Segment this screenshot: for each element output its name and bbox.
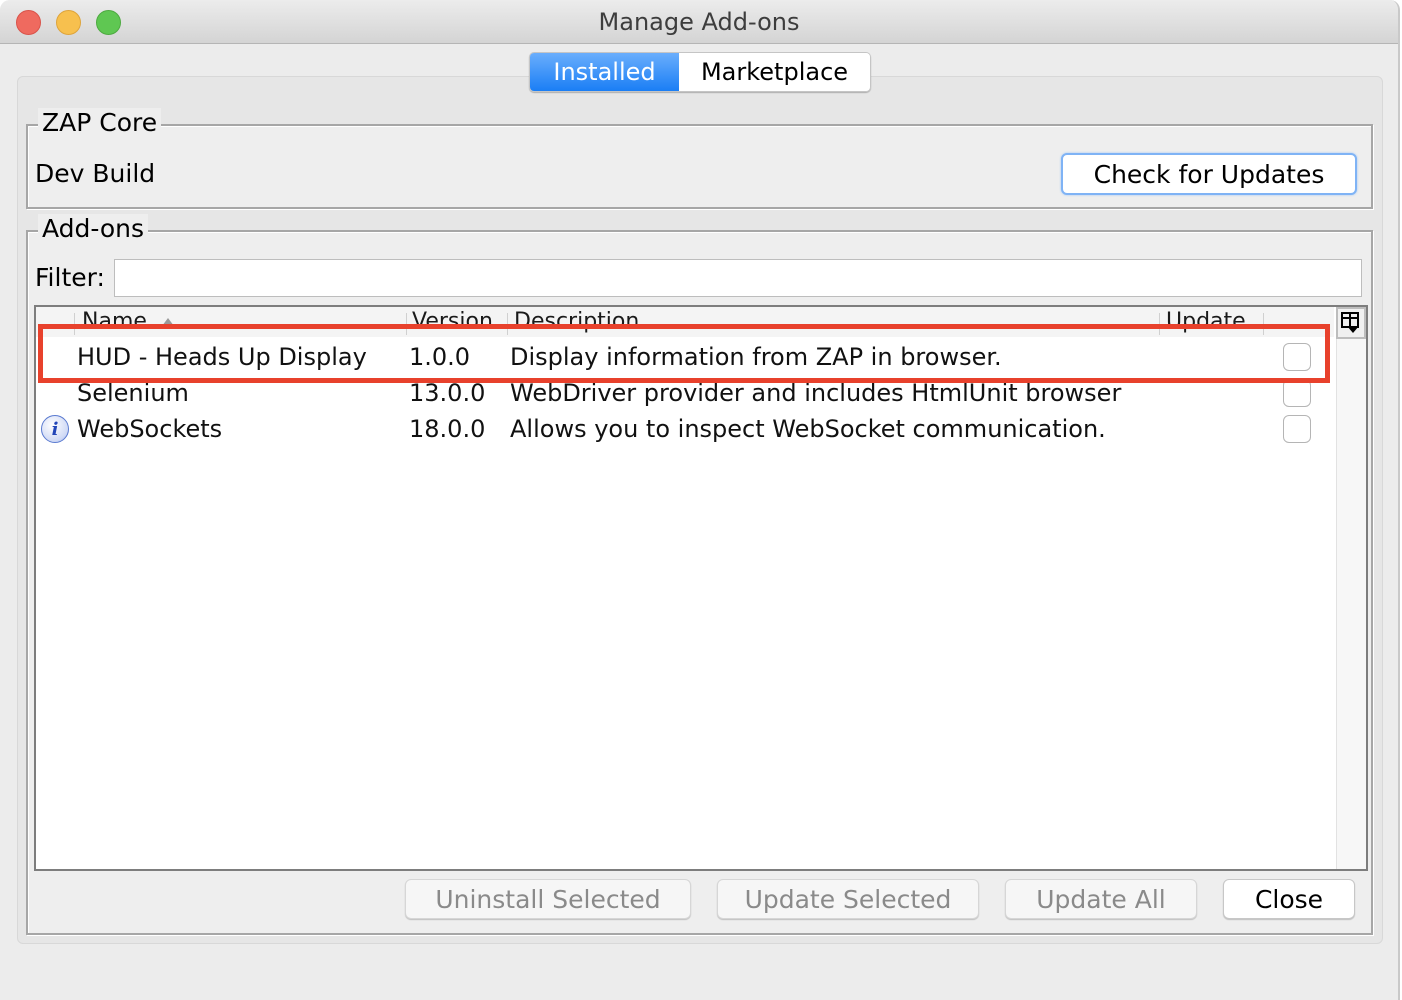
update-all-button[interactable]: Update All [1005, 879, 1197, 919]
tab-bar: Installed Marketplace [529, 52, 871, 92]
table-header: Name Version Description Update [36, 307, 1334, 337]
close-button[interactable]: Close [1223, 879, 1355, 919]
tab-installed[interactable]: Installed [530, 53, 679, 91]
title-bar[interactable]: Manage Add-ons [0, 0, 1398, 44]
column-header-description[interactable]: Description [514, 307, 639, 337]
addon-description: Display information from ZAP in browser. [510, 343, 1002, 371]
addon-name: HUD - Heads Up Display [77, 343, 367, 371]
addon-version: 1.0.0 [409, 343, 471, 371]
filter-label: Filter: [35, 263, 105, 292]
column-chooser-icon [1341, 312, 1359, 333]
column-separator [1159, 313, 1160, 335]
addon-name: Selenium [77, 379, 189, 407]
zap-core-group: ZAP Core Dev Build Check for Updates [26, 108, 1373, 209]
update-selected-button[interactable]: Update Selected [717, 879, 979, 919]
window-title: Manage Add-ons [598, 8, 800, 36]
addon-name: WebSockets [77, 415, 223, 443]
table-row[interactable]: HUD - Heads Up Display 1.0.0 Display inf… [36, 339, 1334, 375]
addon-description: WebDriver provider and includes HtmlUnit… [510, 379, 1122, 407]
column-header-version[interactable]: Version [412, 307, 493, 337]
update-checkbox[interactable] [1283, 415, 1311, 443]
zap-core-legend: ZAP Core [38, 108, 162, 138]
manage-addons-window: Manage Add-ons Installed Marketplace ZAP… [0, 0, 1400, 1000]
column-separator [507, 313, 508, 335]
table-row[interactable]: i WebSockets 18.0.0 Allows you to inspec… [36, 411, 1334, 447]
addons-table: Name Version Description Update HUD - He… [34, 305, 1368, 871]
addon-version: 13.0.0 [409, 379, 486, 407]
column-separator [1263, 313, 1264, 335]
column-chooser-button[interactable] [1336, 307, 1366, 339]
uninstall-selected-button[interactable]: Uninstall Selected [405, 879, 691, 919]
filter-input[interactable] [114, 259, 1362, 297]
sort-ascending-icon [162, 318, 174, 326]
table-row[interactable]: Selenium 13.0.0 WebDriver provider and i… [36, 375, 1334, 411]
column-header-name[interactable]: Name [82, 307, 147, 337]
addon-version: 18.0.0 [409, 415, 486, 443]
info-icon: i [41, 415, 69, 443]
column-separator [74, 313, 75, 335]
update-checkbox[interactable] [1283, 379, 1311, 407]
addons-group: Add-ons Filter: Name Version Description… [26, 214, 1373, 935]
column-separator [406, 313, 407, 335]
addon-description: Allows you to inspect WebSocket communic… [510, 415, 1106, 443]
tab-marketplace[interactable]: Marketplace [679, 53, 870, 91]
vertical-scrollbar[interactable] [1336, 339, 1366, 869]
update-checkbox[interactable] [1283, 343, 1311, 371]
dev-build-label: Dev Build [35, 159, 156, 188]
addons-legend: Add-ons [38, 214, 149, 244]
column-header-update[interactable]: Update [1166, 307, 1246, 337]
check-for-updates-button[interactable]: Check for Updates [1061, 153, 1357, 195]
